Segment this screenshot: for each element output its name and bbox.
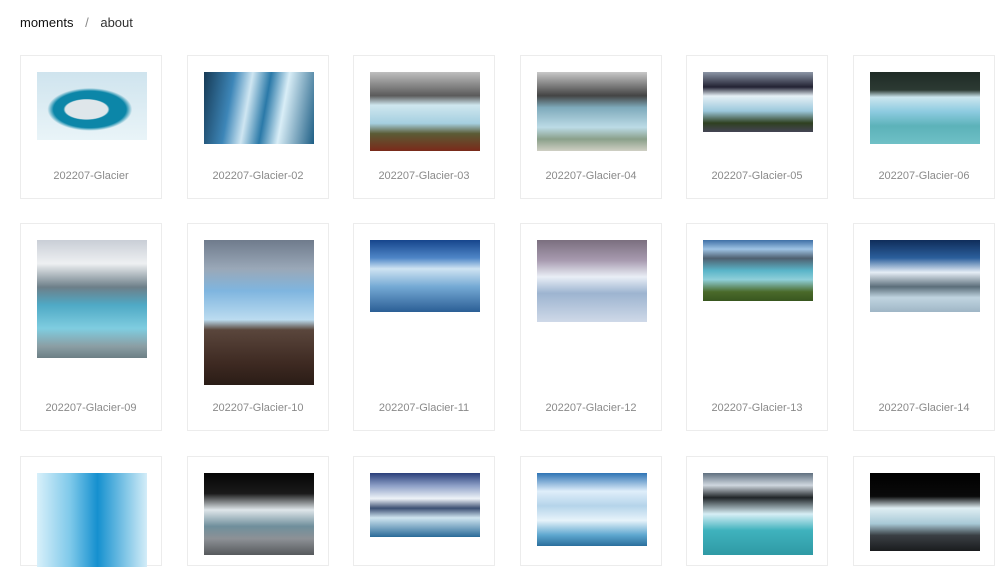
photo-caption: 202207-Glacier-12 <box>545 402 637 414</box>
photo-card[interactable]: 202207-Glacier-04 <box>520 55 662 199</box>
breadcrumb-home-link[interactable]: moments <box>20 15 73 30</box>
photo-caption: 202207-Glacier <box>53 170 129 182</box>
photo-caption: 202207-Glacier-04 <box>545 170 637 182</box>
photo-thumbnail[interactable] <box>37 72 147 140</box>
photo-caption: 202207-Glacier-13 <box>711 402 803 414</box>
photo-thumbnail[interactable] <box>204 240 314 385</box>
photo-thumbnail[interactable] <box>870 72 980 144</box>
photo-card[interactable] <box>187 456 329 566</box>
photo-card[interactable]: 202207-Glacier-12 <box>520 223 662 431</box>
breadcrumb: moments / about <box>20 15 133 30</box>
photo-card[interactable]: 202207-Glacier-13 <box>686 223 828 431</box>
photo-thumbnail[interactable] <box>37 473 147 567</box>
photo-caption: 202207-Glacier-14 <box>878 402 970 414</box>
photo-caption: 202207-Glacier-06 <box>878 170 970 182</box>
photo-card[interactable]: 202207-Glacier <box>20 55 162 199</box>
photo-card[interactable] <box>853 456 995 566</box>
photo-caption: 202207-Glacier-09 <box>45 402 137 414</box>
photo-caption: 202207-Glacier-03 <box>378 170 470 182</box>
photo-card[interactable] <box>353 456 495 566</box>
photo-caption: 202207-Glacier-02 <box>212 170 304 182</box>
photo-thumbnail[interactable] <box>703 240 813 301</box>
photo-card[interactable]: 202207-Glacier-03 <box>353 55 495 199</box>
photo-thumbnail[interactable] <box>204 473 314 555</box>
photo-card[interactable]: 202207-Glacier-06 <box>853 55 995 199</box>
photo-thumbnail[interactable] <box>703 473 813 555</box>
breadcrumb-current: about <box>100 15 133 30</box>
photo-thumbnail[interactable] <box>370 240 480 312</box>
photo-thumbnail[interactable] <box>204 72 314 144</box>
photo-thumbnail[interactable] <box>537 240 647 322</box>
breadcrumb-separator: / <box>85 15 89 30</box>
photo-caption: 202207-Glacier-10 <box>212 402 304 414</box>
photo-thumbnail[interactable] <box>870 473 980 551</box>
photo-thumbnail[interactable] <box>370 473 480 537</box>
photo-thumbnail[interactable] <box>370 72 480 151</box>
photo-card[interactable]: 202207-Glacier-09 <box>20 223 162 431</box>
photo-thumbnail[interactable] <box>537 72 647 151</box>
photo-thumbnail[interactable] <box>703 72 813 132</box>
photo-card[interactable]: 202207-Glacier-02 <box>187 55 329 199</box>
photo-card[interactable]: 202207-Glacier-05 <box>686 55 828 199</box>
photo-thumbnail[interactable] <box>870 240 980 312</box>
photo-thumbnail[interactable] <box>37 240 147 358</box>
photo-card[interactable]: 202207-Glacier-10 <box>187 223 329 431</box>
photo-card[interactable] <box>20 456 162 567</box>
photo-caption: 202207-Glacier-05 <box>711 170 803 182</box>
photo-caption: 202207-Glacier-11 <box>378 402 470 414</box>
photo-card[interactable]: 202207-Glacier-14 <box>853 223 995 431</box>
photo-card[interactable] <box>686 456 828 566</box>
photo-card[interactable] <box>520 456 662 566</box>
photo-thumbnail[interactable] <box>537 473 647 546</box>
photo-card[interactable]: 202207-Glacier-11 <box>353 223 495 431</box>
